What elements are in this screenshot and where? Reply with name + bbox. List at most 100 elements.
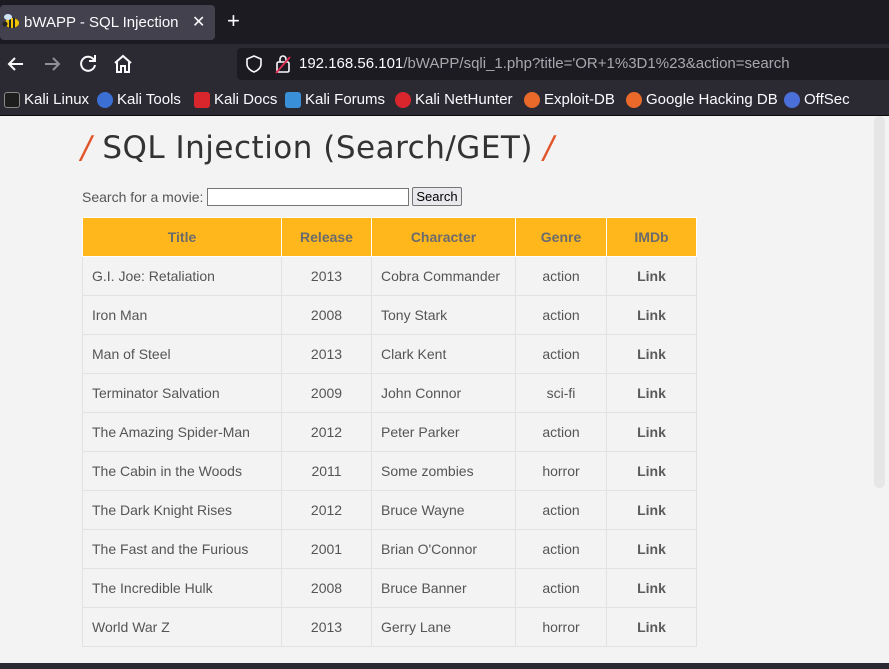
table-row: The Amazing Spider-Man 2012 Peter Parker ac… <box>82 412 697 452</box>
cell-character: Clark Kent <box>371 334 516 374</box>
table-row: Terminator Salvation 2009 John Connor sci-f… <box>82 373 697 413</box>
cell-imdb: Link <box>606 256 697 296</box>
table-row: The Fast and the Furious 2001 Brian O'Conn… <box>82 529 697 569</box>
insecure-lock-icon[interactable] <box>275 54 291 74</box>
cell-imdb: Link <box>606 451 697 491</box>
scrollbar-thumb[interactable] <box>874 116 885 488</box>
cell-genre: action <box>515 334 607 374</box>
bookmark-offsec[interactable]: OffSec <box>784 91 850 108</box>
new-tab-button[interactable]: + <box>227 9 240 33</box>
cell-character: Tony Stark <box>371 295 516 335</box>
cell-character: Peter Parker <box>371 412 516 452</box>
bookmark-kali-nethunter[interactable]: Kali NetHunter <box>395 91 513 108</box>
bookmark-label: Kali NetHunter <box>415 91 513 108</box>
bookmark-kali-forums[interactable]: Kali Forums <box>285 91 385 108</box>
table-row: The Cabin in the Woods 2011 Some zombies ho… <box>82 451 697 491</box>
kali-forums-icon <box>285 91 301 108</box>
column-header-title: Title <box>82 217 282 257</box>
cell-imdb: Link <box>606 490 697 530</box>
search-input[interactable] <box>207 187 410 206</box>
cell-title: The Fast and the Furious <box>82 529 282 569</box>
bookmark-label: Google Hacking DB <box>646 91 778 108</box>
imdb-link[interactable]: Link <box>637 580 666 596</box>
column-header-character: Character <box>371 217 516 257</box>
search-button[interactable]: Search <box>412 187 462 206</box>
bookmark-google-hacking-db[interactable]: Google Hacking DB <box>626 91 778 108</box>
cell-genre: action <box>515 529 607 569</box>
column-header-release: Release <box>281 217 372 257</box>
bookmark-label: Kali Tools <box>117 91 181 108</box>
cell-genre: action <box>515 568 607 608</box>
table-row: The Dark Knight Rises 2012 Bruce Wayne acti… <box>82 490 697 530</box>
cell-title: The Cabin in the Woods <box>82 451 282 491</box>
imdb-link[interactable]: Link <box>637 307 666 323</box>
bee-favicon-icon <box>2 14 19 28</box>
imdb-link[interactable]: Link <box>637 541 666 557</box>
imdb-link[interactable]: Link <box>637 424 666 440</box>
bookmark-kali-docs[interactable]: Kali Docs <box>194 91 277 108</box>
cell-imdb: Link <box>606 529 697 569</box>
cell-title: Terminator Salvation <box>82 373 282 413</box>
cell-character: Bruce Banner <box>371 568 516 608</box>
imdb-link[interactable]: Link <box>637 346 666 362</box>
table-row: The Incredible Hulk 2008 Bruce Banner actio… <box>82 568 697 608</box>
bookmark-kali-linux[interactable]: Kali Linux <box>4 91 89 108</box>
cell-character: Gerry Lane <box>371 607 516 647</box>
cell-imdb: Link <box>606 295 697 335</box>
kali-tools-icon <box>97 91 113 108</box>
cell-release: 2012 <box>281 490 372 530</box>
cell-title: Man of Steel <box>82 334 282 374</box>
tab-close-icon[interactable]: ✕ <box>192 12 205 32</box>
tab-bwapp[interactable]: bWAPP - SQL Injection ✕ <box>0 5 215 40</box>
cell-title: World War Z <box>82 607 282 647</box>
cell-genre: action <box>515 295 607 335</box>
cell-genre: sci-fi <box>515 373 607 413</box>
bookmark-exploit-db[interactable]: Exploit-DB <box>524 91 615 108</box>
bookmark-label: OffSec <box>804 91 850 108</box>
cell-release: 2008 <box>281 568 372 608</box>
tracking-shield-icon[interactable] <box>245 55 263 73</box>
table-row: Iron Man 2008 Tony Stark action Link <box>82 295 697 335</box>
back-arrow-icon[interactable] <box>4 52 28 76</box>
cell-imdb: Link <box>606 412 697 452</box>
cell-character: Bruce Wayne <box>371 490 516 530</box>
cell-title: Iron Man <box>82 295 282 335</box>
cell-title: G.I. Joe: Retaliation <box>82 256 282 296</box>
cell-imdb: Link <box>606 607 697 647</box>
cell-release: 2013 <box>281 256 372 296</box>
url-path: /bWAPP/sqli_1.php?title='OR+1%3D1%23&act… <box>403 55 790 72</box>
cell-genre: action <box>515 490 607 530</box>
cell-title: The Incredible Hulk <box>82 568 282 608</box>
imdb-link[interactable]: Link <box>637 619 666 635</box>
bookmark-label: Exploit-DB <box>544 91 615 108</box>
cell-character: Some zombies <box>371 451 516 491</box>
column-header-imdb: IMDb <box>606 217 697 257</box>
reload-icon[interactable] <box>76 52 100 76</box>
kali-nethunter-icon <box>395 91 411 108</box>
search-form: Search for a movie: Search <box>82 187 462 206</box>
imdb-link[interactable]: Link <box>637 463 666 479</box>
imdb-link[interactable]: Link <box>637 268 666 284</box>
table-row: Man of Steel 2013 Clark Kent action Link <box>82 334 697 374</box>
kali-dragon-icon <box>4 91 20 108</box>
tab-title: bWAPP - SQL Injection <box>24 14 179 31</box>
cell-release: 2001 <box>281 529 372 569</box>
page-title: / SQL Injection (Search/GET) / <box>81 130 554 166</box>
imdb-link[interactable]: Link <box>637 502 666 518</box>
cell-character: John Connor <box>371 373 516 413</box>
exploit-db-icon <box>524 91 540 108</box>
imdb-link[interactable]: Link <box>637 385 666 401</box>
url-text[interactable]: 192.168.56.101/bWAPP/sqli_1.php?title='O… <box>299 55 790 72</box>
cell-character: Cobra Commander <box>371 256 516 296</box>
title-slash: / <box>543 130 555 166</box>
forward-arrow-icon[interactable] <box>40 52 64 76</box>
movies-table: Title Release Character Genre IMDb G.I. … <box>82 217 697 647</box>
table-header-row: Title Release Character Genre IMDb <box>82 217 697 257</box>
url-bar[interactable]: 192.168.56.101/bWAPP/sqli_1.php?title='O… <box>237 48 889 80</box>
offsec-icon <box>784 91 800 108</box>
title-slash: / <box>81 130 92 166</box>
bookmarks-toolbar: Kali Linux Kali Tools Kali Docs Kali For… <box>0 84 889 116</box>
bookmark-kali-tools[interactable]: Kali Tools <box>97 91 181 108</box>
google-hacking-db-icon <box>626 91 642 108</box>
home-icon[interactable] <box>111 52 135 76</box>
